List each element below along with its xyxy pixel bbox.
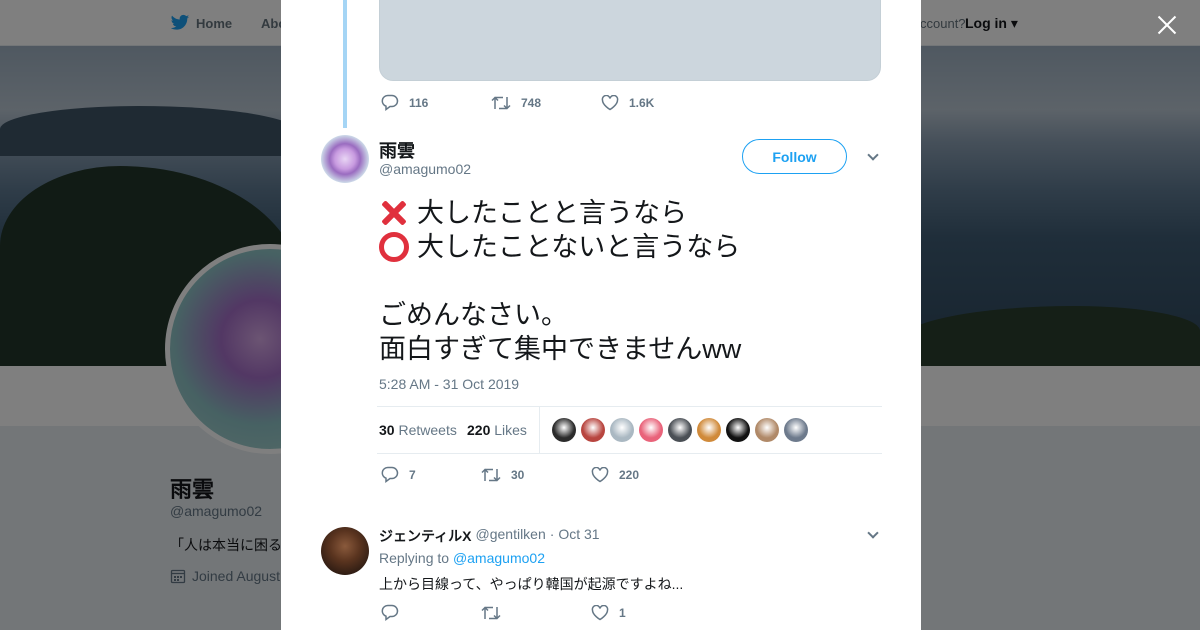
previous-tweet-media[interactable]: [379, 0, 881, 81]
retweets-stat[interactable]: 30 Retweets: [379, 422, 457, 438]
like-button[interactable]: 1.6K: [601, 94, 655, 111]
tweet-author-handle[interactable]: @amagumo02: [379, 161, 471, 177]
tweet-line-2: 大したことないと言うなら: [379, 230, 879, 264]
tweet-modal: 116 748 1.6K 雨雲 @amagumo02 Follow 大したことと…: [281, 0, 921, 630]
liker-avatars: [552, 418, 808, 442]
heart-icon: [591, 466, 609, 482]
likes-stat-count: 220: [467, 422, 491, 438]
close-icon[interactable]: [1154, 12, 1180, 38]
reply-author-handle[interactable]: @gentilken: [476, 526, 546, 546]
reply-author-avatar[interactable]: [321, 527, 369, 575]
reply-button[interactable]: 7: [381, 466, 451, 483]
tweet-line-3: ごめんなさい。: [379, 300, 568, 330]
replying-prefix: Replying to: [379, 550, 450, 566]
heart-icon: [601, 94, 619, 110]
retweets-stat-label: Retweets: [398, 422, 457, 438]
retweet-icon: [481, 605, 501, 620]
reply-button[interactable]: [381, 604, 451, 621]
retweet-button[interactable]: [481, 605, 561, 621]
liker-avatar[interactable]: [668, 418, 692, 442]
liker-avatar[interactable]: [755, 418, 779, 442]
chevron-down-icon[interactable]: [866, 528, 880, 542]
like-count: 1: [619, 605, 626, 620]
tweet-author-avatar[interactable]: [321, 135, 369, 183]
reply-date[interactable]: · Oct 31: [550, 526, 600, 546]
reply-header: ジェンティルX @gentilken · Oct 31: [379, 526, 600, 546]
tweet-line-1-text: 大したことと言うなら: [417, 198, 687, 228]
liker-avatar[interactable]: [552, 418, 576, 442]
circle-mark-icon: [379, 232, 409, 262]
likes-stat[interactable]: 220 Likes: [467, 422, 527, 438]
heart-icon: [591, 604, 609, 620]
tweet-line-2-text: 大したことないと言うなら: [417, 232, 741, 262]
tweet-text: 大したことと言うなら 大したことないと言うなら ごめんなさい。 面白すぎて集中で…: [379, 196, 879, 366]
reply-icon: [381, 466, 399, 483]
liker-avatar[interactable]: [784, 418, 808, 442]
liker-avatar[interactable]: [581, 418, 605, 442]
reply-icon: [381, 94, 399, 111]
retweet-icon: [481, 467, 501, 482]
like-button[interactable]: 220: [591, 466, 640, 483]
tweet-actions: 7 30 220: [381, 466, 669, 483]
cross-mark-icon: [379, 198, 409, 228]
liker-avatar[interactable]: [697, 418, 721, 442]
stats-divider: [539, 407, 540, 453]
chevron-down-icon[interactable]: [866, 150, 880, 164]
liker-avatar[interactable]: [610, 418, 634, 442]
like-button[interactable]: 1: [591, 604, 626, 621]
replying-to-link[interactable]: @amagumo02: [453, 550, 545, 566]
like-count: 1.6K: [629, 95, 655, 110]
retweet-button[interactable]: 748: [491, 95, 571, 111]
retweets-stat-count: 30: [379, 422, 395, 438]
retweet-count: 30: [511, 467, 525, 482]
reply-actions: 1: [381, 604, 656, 621]
thread-connector: [343, 0, 347, 128]
retweet-count: 748: [521, 95, 542, 110]
liker-avatar[interactable]: [726, 418, 750, 442]
tweet-stats: 30 Retweets 220 Likes: [377, 406, 882, 454]
reply-button[interactable]: 116: [381, 94, 461, 111]
previous-tweet-actions: 116 748 1.6K: [381, 94, 684, 111]
retweet-button[interactable]: 30: [481, 467, 561, 483]
tweet-timestamp[interactable]: 5:28 AM - 31 Oct 2019: [379, 376, 519, 392]
retweet-icon: [491, 95, 511, 110]
reply-count: 7: [409, 467, 416, 482]
replying-to: Replying to @amagumo02: [379, 550, 545, 566]
reply-count: 116: [409, 95, 429, 110]
likes-stat-label: Likes: [494, 422, 527, 438]
reply-text: 上から目線って、やっぱり韓国が起源ですよね...: [379, 576, 684, 592]
tweet-author-name[interactable]: 雨雲: [379, 137, 415, 163]
tweet-line-4: 面白すぎて集中できませんww: [379, 334, 742, 364]
reply-icon: [381, 604, 399, 621]
reply-author-name[interactable]: ジェンティルX: [379, 526, 472, 546]
liker-avatar[interactable]: [639, 418, 663, 442]
like-count: 220: [619, 467, 640, 482]
tweet-line-1: 大したことと言うなら: [379, 196, 879, 230]
follow-button[interactable]: Follow: [742, 139, 847, 174]
